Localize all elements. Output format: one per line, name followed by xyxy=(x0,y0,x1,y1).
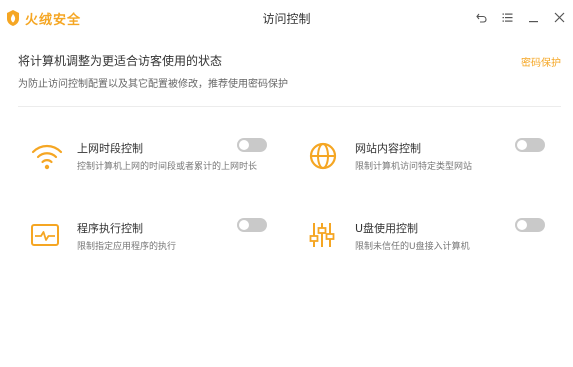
control-desc: 限制指定应用程序的执行 xyxy=(77,242,177,252)
globe-icon xyxy=(309,142,337,170)
control-card-usb: U盘使用控制 限制未信任的U盘接入计算机 xyxy=(308,218,558,268)
toggle-knob xyxy=(239,140,249,150)
close-icon[interactable] xyxy=(551,8,567,26)
usb-toggle[interactable] xyxy=(515,218,545,232)
control-desc: 限制计算机访问特定类型网站 xyxy=(355,162,473,172)
page-title: 将计算机调整为更适合访客使用的状态 xyxy=(18,54,223,68)
control-card-program-exec: 程序执行控制 限制指定应用程序的执行 xyxy=(30,218,280,268)
title-bar: 火绒安全 访问控制 xyxy=(0,0,573,36)
control-title: 程序执行控制 xyxy=(77,222,143,235)
control-desc: 控制计算机上网的时间段或者累计的上网时长 xyxy=(77,162,258,172)
page-header: 将计算机调整为更适合访客使用的状态 为防止访问控制配置以及其它配置被修改，推荐使… xyxy=(18,52,561,90)
minimize-icon[interactable] xyxy=(525,8,541,26)
program-monitor-icon xyxy=(31,224,59,246)
toggle-knob xyxy=(239,220,249,230)
program-exec-toggle[interactable] xyxy=(237,218,267,232)
menu-icon[interactable] xyxy=(499,8,515,26)
wifi-icon xyxy=(31,144,63,170)
control-card-internet-time: 上网时段控制 控制计算机上网的时间段或者累计的上网时长 xyxy=(30,138,280,188)
window-controls xyxy=(473,8,567,26)
internet-time-toggle[interactable] xyxy=(237,138,267,152)
password-protect-link[interactable]: 密码保护 xyxy=(521,54,561,69)
control-card-website-content: 网站内容控制 限制计算机访问特定类型网站 xyxy=(308,138,558,188)
divider xyxy=(18,106,561,107)
control-desc: 限制未信任的U盘接入计算机 xyxy=(355,242,470,252)
website-content-toggle[interactable] xyxy=(515,138,545,152)
control-title: 网站内容控制 xyxy=(355,142,421,155)
back-icon[interactable] xyxy=(473,8,489,26)
page-subtitle: 为防止访问控制配置以及其它配置被修改，推荐使用密码保护 xyxy=(18,79,288,90)
control-title: 上网时段控制 xyxy=(77,142,143,155)
toggle-knob xyxy=(517,140,527,150)
control-title: U盘使用控制 xyxy=(355,222,419,235)
usb-sliders-icon xyxy=(309,223,335,247)
toggle-knob xyxy=(517,220,527,230)
